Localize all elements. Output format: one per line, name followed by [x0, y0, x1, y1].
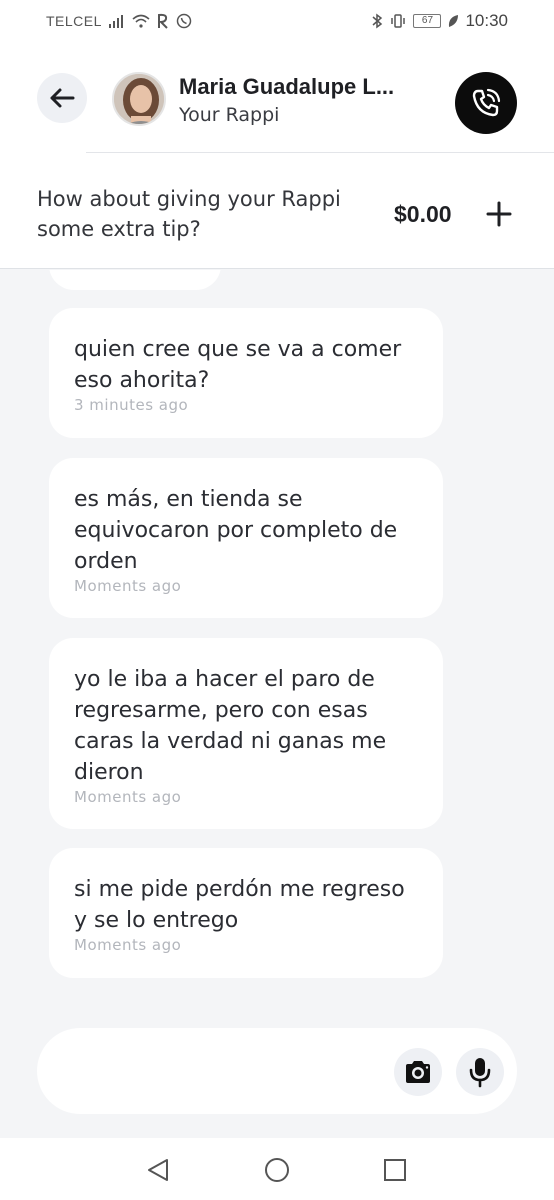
- message-time: Moments ago: [74, 577, 182, 595]
- message-input[interactable]: [67, 1052, 387, 1092]
- tip-amount: $0.00: [394, 201, 452, 227]
- message-text: si me pide perdón me regreso y se lo ent…: [74, 877, 405, 933]
- rappi-notification-icon: [156, 13, 170, 29]
- nav-recent-button[interactable]: [381, 1156, 409, 1184]
- message-text: quien cree que se va a comer eso ahorita…: [74, 337, 402, 393]
- carrier-label: TELCEL: [46, 13, 102, 29]
- message-bubble-partial: [49, 270, 221, 290]
- circle-home-icon: [265, 1158, 289, 1182]
- message-time: Moments ago: [74, 788, 182, 806]
- leaf-icon: [447, 14, 459, 28]
- vibrate-icon: [389, 13, 407, 29]
- message-bubble[interactable]: quien cree que se va a comer eso ahorita…: [49, 308, 443, 438]
- message-bubble[interactable]: yo le iba a hacer el paro de regresarme,…: [49, 638, 443, 829]
- contact-name: Maria Guadalupe L...: [179, 74, 395, 99]
- triangle-back-icon: [148, 1159, 168, 1181]
- plus-icon: [486, 201, 512, 227]
- status-time: 10:30: [465, 11, 508, 30]
- tip-bar: How about giving your Rappi some extra t…: [0, 153, 554, 269]
- add-tip-button[interactable]: [484, 199, 514, 229]
- message-time: Moments ago: [74, 936, 182, 954]
- camera-button[interactable]: [394, 1048, 442, 1096]
- avatar-photo: [114, 74, 164, 124]
- call-button[interactable]: [455, 72, 517, 134]
- nav-back-button[interactable]: [144, 1156, 172, 1184]
- tip-prompt: How about giving your Rappi some extra t…: [37, 187, 341, 241]
- message-time: 3 minutes ago: [74, 396, 189, 414]
- status-right: 67 10:30: [371, 11, 508, 31]
- arrow-left-icon: [50, 88, 75, 108]
- message-bubble[interactable]: si me pide perdón me regreso y se lo ent…: [49, 848, 443, 978]
- bluetooth-icon: [371, 13, 383, 29]
- back-button[interactable]: [37, 73, 87, 123]
- message-composer: [37, 1028, 517, 1114]
- camera-icon: [406, 1061, 430, 1083]
- battery-indicator: 67: [413, 14, 442, 28]
- nav-home-button[interactable]: [263, 1156, 291, 1184]
- square-recent-icon: [384, 1159, 406, 1181]
- microphone-icon: [469, 1058, 491, 1088]
- status-bar: TELCEL 67 10:30: [0, 0, 554, 42]
- chat-header: Maria Guadalupe L... Your Rappi: [0, 42, 554, 154]
- contact-role: Your Rappi: [179, 104, 280, 126]
- message-text: yo le iba a hacer el paro de regresarme,…: [74, 667, 387, 785]
- wifi-icon: [132, 14, 150, 28]
- message-bubble[interactable]: es más, en tienda se equivocaron por com…: [49, 458, 443, 618]
- status-left: TELCEL: [46, 13, 192, 29]
- message-text: es más, en tienda se equivocaron por com…: [74, 487, 398, 574]
- avatar[interactable]: [112, 72, 166, 126]
- microphone-button[interactable]: [456, 1048, 504, 1096]
- system-nav-bar: [0, 1138, 554, 1200]
- chat-messages[interactable]: quien cree que se va a comer eso ahorita…: [0, 270, 554, 1028]
- signal-icon: [108, 14, 126, 28]
- whatsapp-icon: [176, 13, 192, 29]
- phone-call-icon: [472, 88, 501, 117]
